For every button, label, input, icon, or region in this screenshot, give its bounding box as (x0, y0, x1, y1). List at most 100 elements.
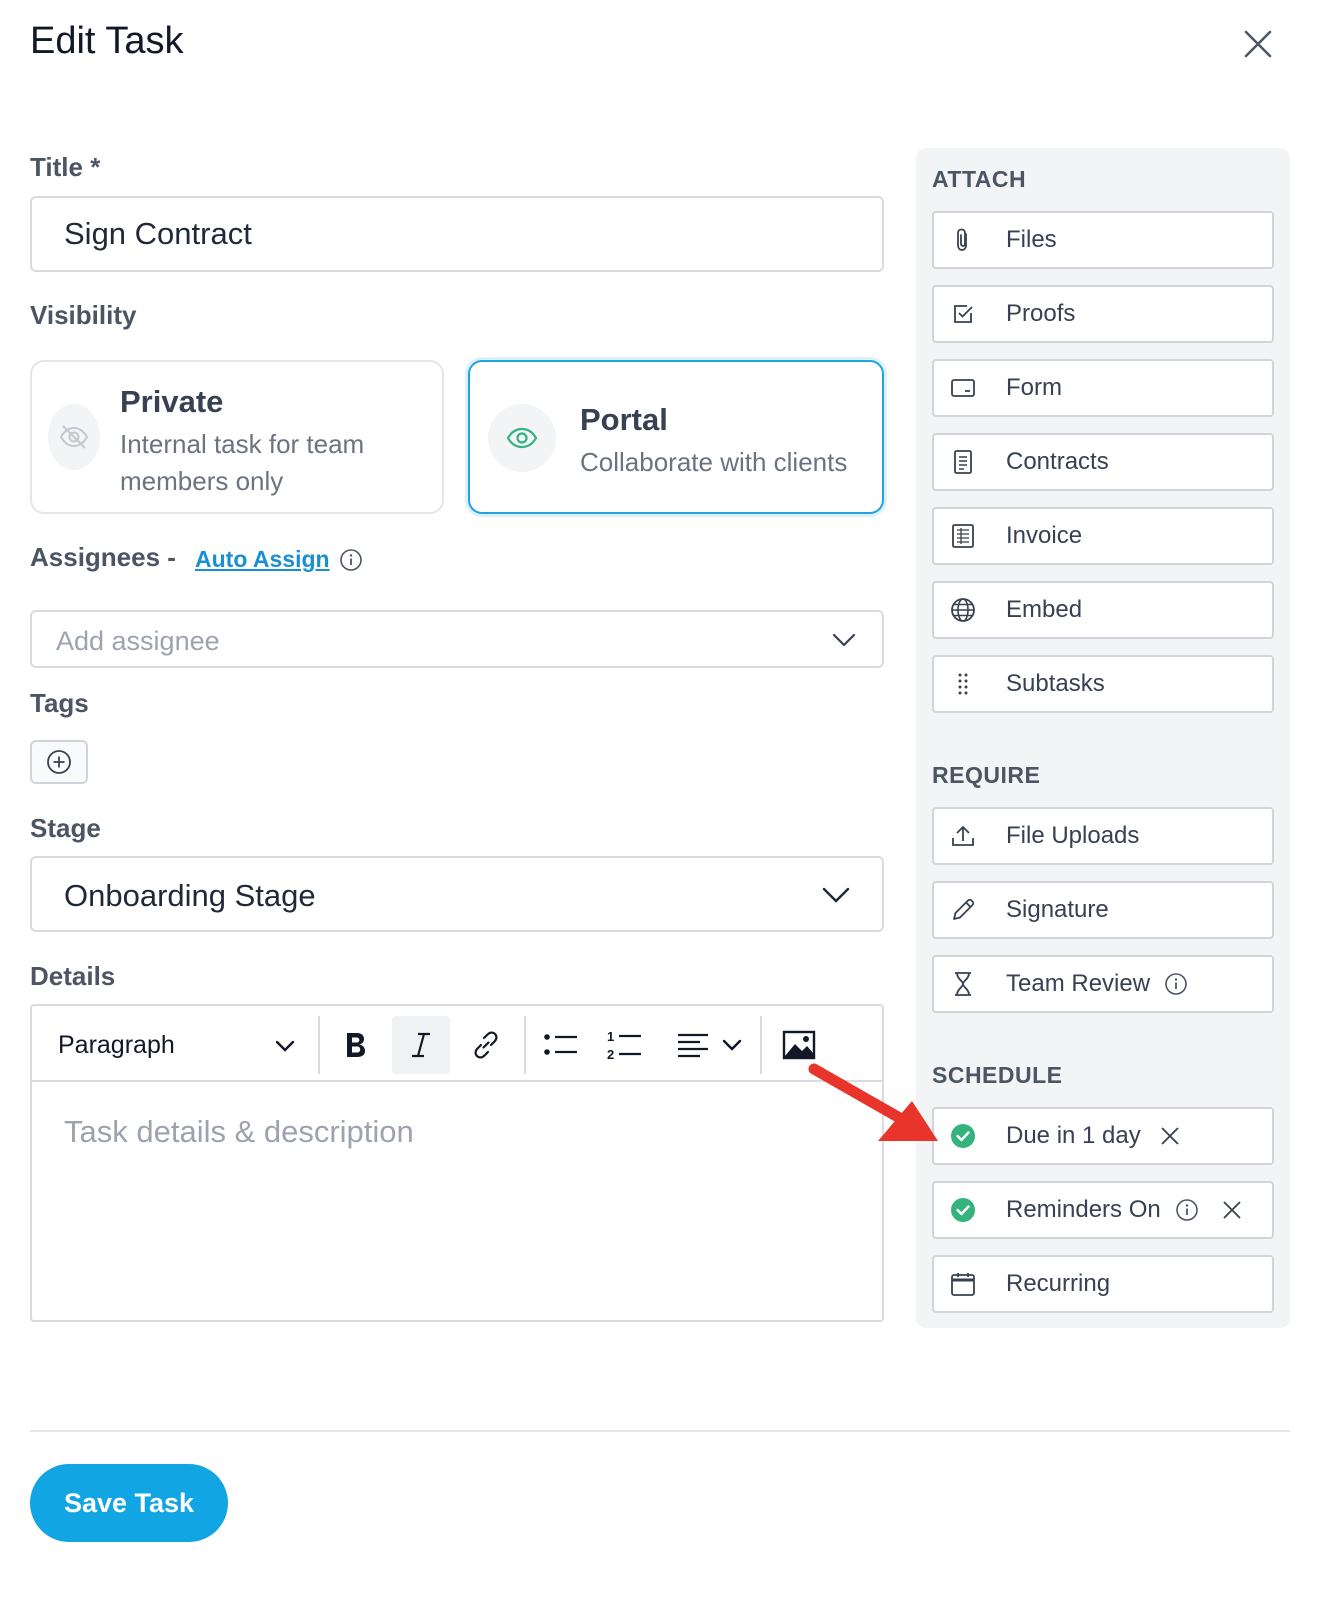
footer-divider (30, 1430, 1290, 1432)
schedule-item-label: Recurring (1006, 1270, 1111, 1297)
globe-icon (950, 597, 976, 623)
pen-icon (950, 897, 976, 923)
numbered-list-button[interactable]: 12 (596, 1016, 654, 1074)
attach-subtasks-button[interactable]: Subtasks (932, 655, 1274, 713)
checkbox-icon (950, 301, 976, 327)
require-item-label: File Uploads (1006, 822, 1140, 849)
info-icon[interactable] (1164, 972, 1188, 996)
attach-proofs-button[interactable]: Proofs (932, 285, 1274, 343)
schedule-heading: SCHEDULE (932, 1062, 1063, 1088)
attach-embed-button[interactable]: Embed (932, 581, 1274, 639)
plus-circle-icon (47, 750, 71, 774)
require-file-uploads-button[interactable]: File Uploads (932, 807, 1274, 865)
align-left-icon (678, 1033, 708, 1058)
require-item-label: Signature (1006, 896, 1109, 923)
chevron-down-icon (722, 1039, 742, 1051)
italic-button[interactable] (392, 1016, 450, 1074)
private-description-line1: Internal task for team (120, 429, 365, 459)
link-button[interactable] (458, 1016, 514, 1074)
modal-title: Edit Task (30, 20, 184, 62)
editor-toolbar: Paragraph 12 (32, 1006, 882, 1082)
chevron-down-icon (822, 887, 850, 903)
attach-heading: ATTACH (932, 166, 1027, 192)
attach-item-label: Contracts (1006, 448, 1109, 475)
private-description-line2: members only (120, 466, 284, 496)
eye-icon (488, 404, 556, 472)
invoice-icon (950, 523, 976, 549)
align-button[interactable] (664, 1016, 754, 1074)
check-circle-icon (950, 1197, 976, 1223)
visibility-option-portal[interactable]: Portal Collaborate with clients (468, 360, 884, 514)
bullet-list-icon (544, 1034, 577, 1055)
form-icon (950, 375, 976, 401)
bullet-list-button[interactable] (532, 1016, 590, 1074)
visibility-option-private[interactable]: Private Internal task for team members o… (30, 360, 444, 514)
save-task-button[interactable]: Save Task (30, 1464, 228, 1542)
attach-item-label: Embed (1006, 596, 1083, 623)
attach-item-label: Files (1006, 226, 1057, 253)
attach-form-button[interactable]: Form (932, 359, 1274, 417)
attach-files-button[interactable]: Files (932, 211, 1274, 269)
calendar-icon (950, 1271, 976, 1297)
stage-value: Onboarding Stage (64, 878, 316, 913)
stage-select[interactable]: Onboarding Stage (30, 856, 884, 932)
remove-reminders-button[interactable] (1219, 1197, 1245, 1223)
svg-text:2: 2 (607, 1047, 614, 1062)
block-format-label: Paragraph (58, 1030, 175, 1059)
rich-text-editor[interactable]: Paragraph 12 Task details & description (30, 1004, 884, 1322)
attach-item-label: Proofs (1006, 300, 1076, 327)
schedule-item-label: Reminders On (1006, 1196, 1161, 1223)
attach-item-label: Invoice (1006, 522, 1083, 549)
assignees-label: Assignees - (30, 542, 176, 572)
close-button[interactable] (1238, 24, 1278, 64)
italic-icon (412, 1032, 430, 1058)
visibility-label: Visibility (30, 300, 137, 330)
require-heading: REQUIRE (932, 762, 1041, 788)
private-title: Private (120, 384, 224, 419)
remove-due-date-button[interactable] (1157, 1123, 1183, 1149)
tags-label: Tags (30, 688, 89, 718)
close-icon (1161, 1127, 1179, 1145)
add-tag-button[interactable] (30, 740, 88, 784)
document-icon (950, 449, 976, 475)
upload-icon (950, 823, 976, 849)
title-label: Title * (30, 152, 101, 182)
close-icon (1223, 1201, 1241, 1219)
schedule-item-label: Due in 1 day (1006, 1122, 1141, 1149)
stage-label: Stage (30, 813, 101, 843)
annotation-arrow (808, 1063, 938, 1141)
editor-placeholder: Task details & description (64, 1114, 414, 1149)
attach-contracts-button[interactable]: Contracts (932, 433, 1274, 491)
close-icon (1244, 30, 1272, 58)
assignee-placeholder: Add assignee (56, 626, 220, 656)
require-item-label: Team Review (1006, 970, 1151, 997)
chevron-down-icon (832, 633, 856, 647)
attach-item-label: Subtasks (1006, 670, 1105, 697)
check-circle-icon (950, 1123, 976, 1149)
block-format-select[interactable]: Paragraph (42, 1016, 312, 1074)
bold-icon (347, 1033, 365, 1057)
details-label: Details (30, 961, 116, 991)
hourglass-icon (950, 971, 976, 997)
attach-item-label: Form (1006, 374, 1062, 401)
assignee-select[interactable]: Add assignee (30, 610, 884, 668)
attach-invoice-button[interactable]: Invoice (932, 507, 1274, 565)
dots-vertical-icon (950, 671, 976, 697)
paperclip-icon (950, 227, 976, 253)
schedule-recurring-button[interactable]: Recurring (932, 1255, 1274, 1313)
bold-button[interactable] (328, 1016, 382, 1074)
chevron-down-icon (275, 1040, 295, 1052)
portal-title: Portal (580, 402, 668, 437)
portal-description: Collaborate with clients (580, 447, 848, 477)
link-icon (474, 1031, 498, 1059)
numbered-list-icon: 12 (607, 1029, 641, 1062)
schedule-reminders-button[interactable]: Reminders On (932, 1181, 1274, 1239)
info-icon[interactable] (339, 548, 363, 577)
title-input[interactable]: Sign Contract (30, 196, 884, 272)
auto-assign-link[interactable]: Auto Assign (195, 546, 330, 573)
require-signature-button[interactable]: Signature (932, 881, 1274, 939)
require-team-review-button[interactable]: Team Review (932, 955, 1274, 1013)
info-icon[interactable] (1175, 1198, 1199, 1222)
schedule-due-date-button[interactable]: Due in 1 day (932, 1107, 1274, 1165)
eye-off-icon (48, 404, 100, 470)
